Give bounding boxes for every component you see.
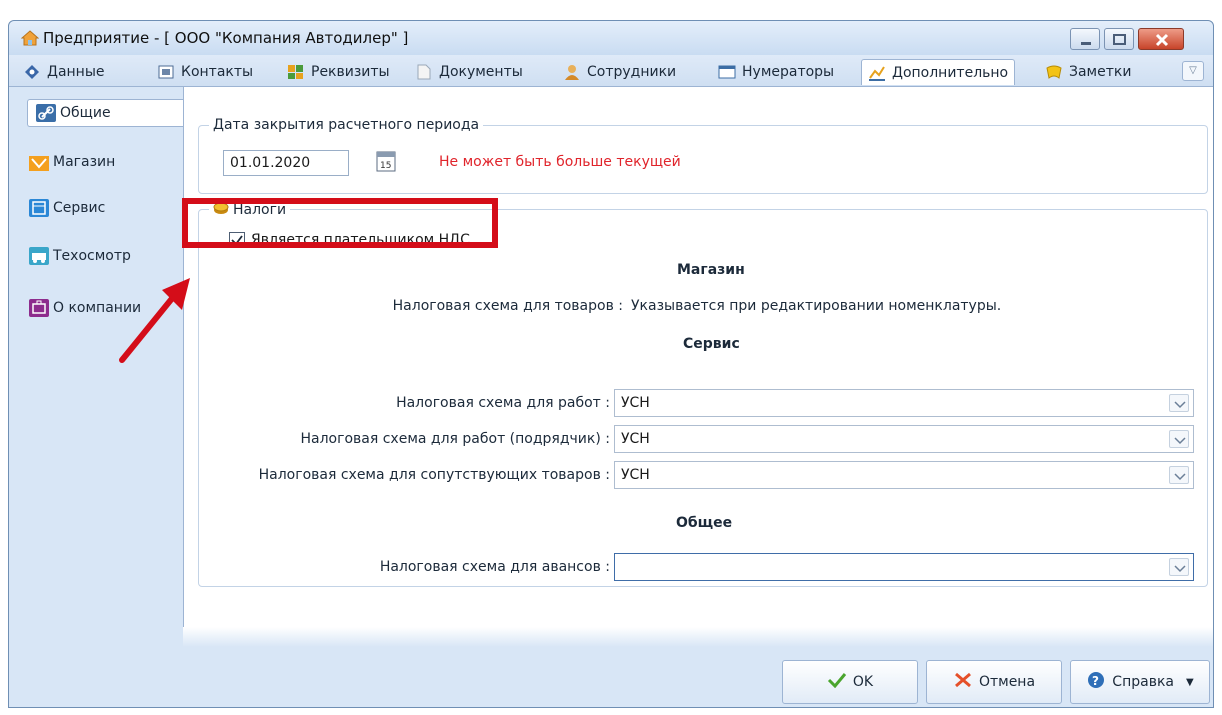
tab-label: Контакты [181, 64, 254, 80]
help-button[interactable]: ? Справка ▼ [1070, 660, 1210, 704]
sidebar-item-shop[interactable]: Магазин [29, 153, 115, 171]
svg-text:15: 15 [380, 161, 391, 171]
content-footer-gradient [183, 627, 1213, 647]
sidebar-item-inspection[interactable]: Техосмотр [29, 247, 131, 265]
sidebar-item-label: Общие [60, 105, 111, 121]
works-tax-label: Налоговая схема для работ : [396, 395, 610, 411]
requisites-icon [287, 64, 305, 80]
diamond-icon [23, 64, 41, 80]
sidebar-item-label: Сервис [53, 200, 106, 216]
minimize-button[interactable] [1070, 28, 1100, 50]
shop-icon [29, 153, 49, 171]
contact-card-icon [157, 64, 175, 80]
period-caption-text: Дата закрытия расчетного периода [213, 117, 480, 133]
counter-icon [718, 64, 736, 80]
chart-icon [868, 65, 886, 81]
svg-text:?: ? [1092, 674, 1099, 688]
goods-tax-value: Указывается при редактировании номенклат… [631, 298, 1002, 314]
annotation-arrow-icon [112, 270, 202, 370]
closing-date-field[interactable]: 01.01.2020 [223, 150, 349, 176]
tab-documents[interactable]: Документы [409, 59, 529, 85]
tab-label: Данные [47, 64, 105, 80]
service-section-title: Сервис [683, 336, 740, 352]
advances-tax-select[interactable] [614, 553, 1194, 581]
chevron-down-icon: ▽ [1189, 65, 1197, 76]
related-goods-tax-value: УСН [621, 467, 650, 483]
close-button[interactable] [1138, 28, 1184, 50]
tab-employees[interactable]: Сотрудники [557, 59, 682, 85]
help-button-label: Справка [1112, 674, 1174, 690]
help-icon: ? [1086, 670, 1106, 694]
user-icon [563, 64, 581, 80]
tab-data[interactable]: Данные [17, 59, 111, 85]
company-icon [29, 299, 49, 317]
annotation-highlight-box [182, 198, 498, 248]
tab-additional[interactable]: Дополнительно [861, 59, 1016, 85]
advances-tax-label: Налоговая схема для авансов : [379, 559, 610, 575]
related-goods-tax-label: Налоговая схема для сопутствующих товаро… [258, 467, 610, 483]
chevron-down-icon[interactable] [1169, 430, 1189, 448]
dropdown-arrow-icon[interactable]: ▼ [1186, 677, 1194, 688]
works-tax-value: УСН [621, 395, 650, 411]
tab-label: Дополнительно [892, 64, 1009, 81]
chevron-down-icon[interactable] [1169, 558, 1189, 576]
general-section-title: Общее [676, 515, 733, 531]
tab-label: Документы [439, 64, 523, 80]
tabs-overflow-button[interactable]: ▽ [1182, 61, 1204, 81]
window-title: Предприятие - [ ООО "Компания Автодилер"… [43, 29, 409, 47]
contractor-tax-value: УСН [621, 431, 650, 447]
house-icon [20, 30, 40, 46]
goods-tax-label: Налоговая схема для товаров : [392, 298, 623, 314]
cross-icon [953, 671, 973, 693]
content-panel: Дата закрытия расчетного периода 01.01.2… [183, 87, 1213, 647]
shop-section-title: Магазин [677, 262, 745, 278]
tab-label: Сотрудники [587, 64, 677, 80]
title-bar[interactable]: Предприятие - [ ООО "Компания Автодилер"… [9, 21, 1213, 55]
sidebar-item-label: Техосмотр [53, 248, 131, 264]
sidebar-item-service[interactable]: Сервис [29, 199, 105, 217]
contractor-tax-label: Налоговая схема для работ (подрядчик) : [300, 431, 610, 447]
maximize-button[interactable] [1104, 28, 1134, 50]
inspection-icon [29, 247, 49, 265]
period-caption: Дата закрытия расчетного периода [209, 117, 484, 133]
tab-contacts[interactable]: Контакты [151, 59, 259, 85]
related-goods-tax-select[interactable]: УСН [614, 461, 1194, 489]
period-warning: Не может быть больше текущей [439, 154, 681, 170]
tab-label: Заметки [1069, 64, 1132, 80]
tab-label: Реквизиты [311, 64, 390, 80]
cancel-button[interactable]: Отмена [926, 660, 1062, 704]
ok-button[interactable]: OK [782, 660, 918, 704]
sidebar-item-label: Магазин [53, 154, 116, 170]
contractor-tax-select[interactable]: УСН [614, 425, 1194, 453]
tab-notes[interactable]: Заметки [1039, 59, 1137, 85]
service-icon [29, 199, 49, 217]
sidebar-item-general[interactable]: Общие [27, 99, 187, 127]
checkmark-icon [827, 672, 847, 692]
tab-label: Нумераторы [742, 64, 835, 80]
tab-numerators[interactable]: Нумераторы [712, 59, 840, 85]
cancel-button-label: Отмена [978, 674, 1036, 690]
document-icon [415, 64, 433, 80]
period-groupbox: Дата закрытия расчетного периода 01.01.2… [198, 117, 1208, 194]
link-icon [36, 104, 56, 122]
notes-icon [1045, 64, 1063, 80]
tab-strip: Данные Контакты Реквизиты Документы Сотр… [9, 55, 1213, 87]
tab-requisites[interactable]: Реквизиты [281, 59, 396, 85]
works-tax-select[interactable]: УСН [614, 389, 1194, 417]
ok-button-label: OK [852, 674, 874, 690]
chevron-down-icon[interactable] [1169, 394, 1189, 412]
chevron-down-icon[interactable] [1169, 466, 1189, 484]
calendar-icon[interactable]: 15 [376, 150, 398, 174]
